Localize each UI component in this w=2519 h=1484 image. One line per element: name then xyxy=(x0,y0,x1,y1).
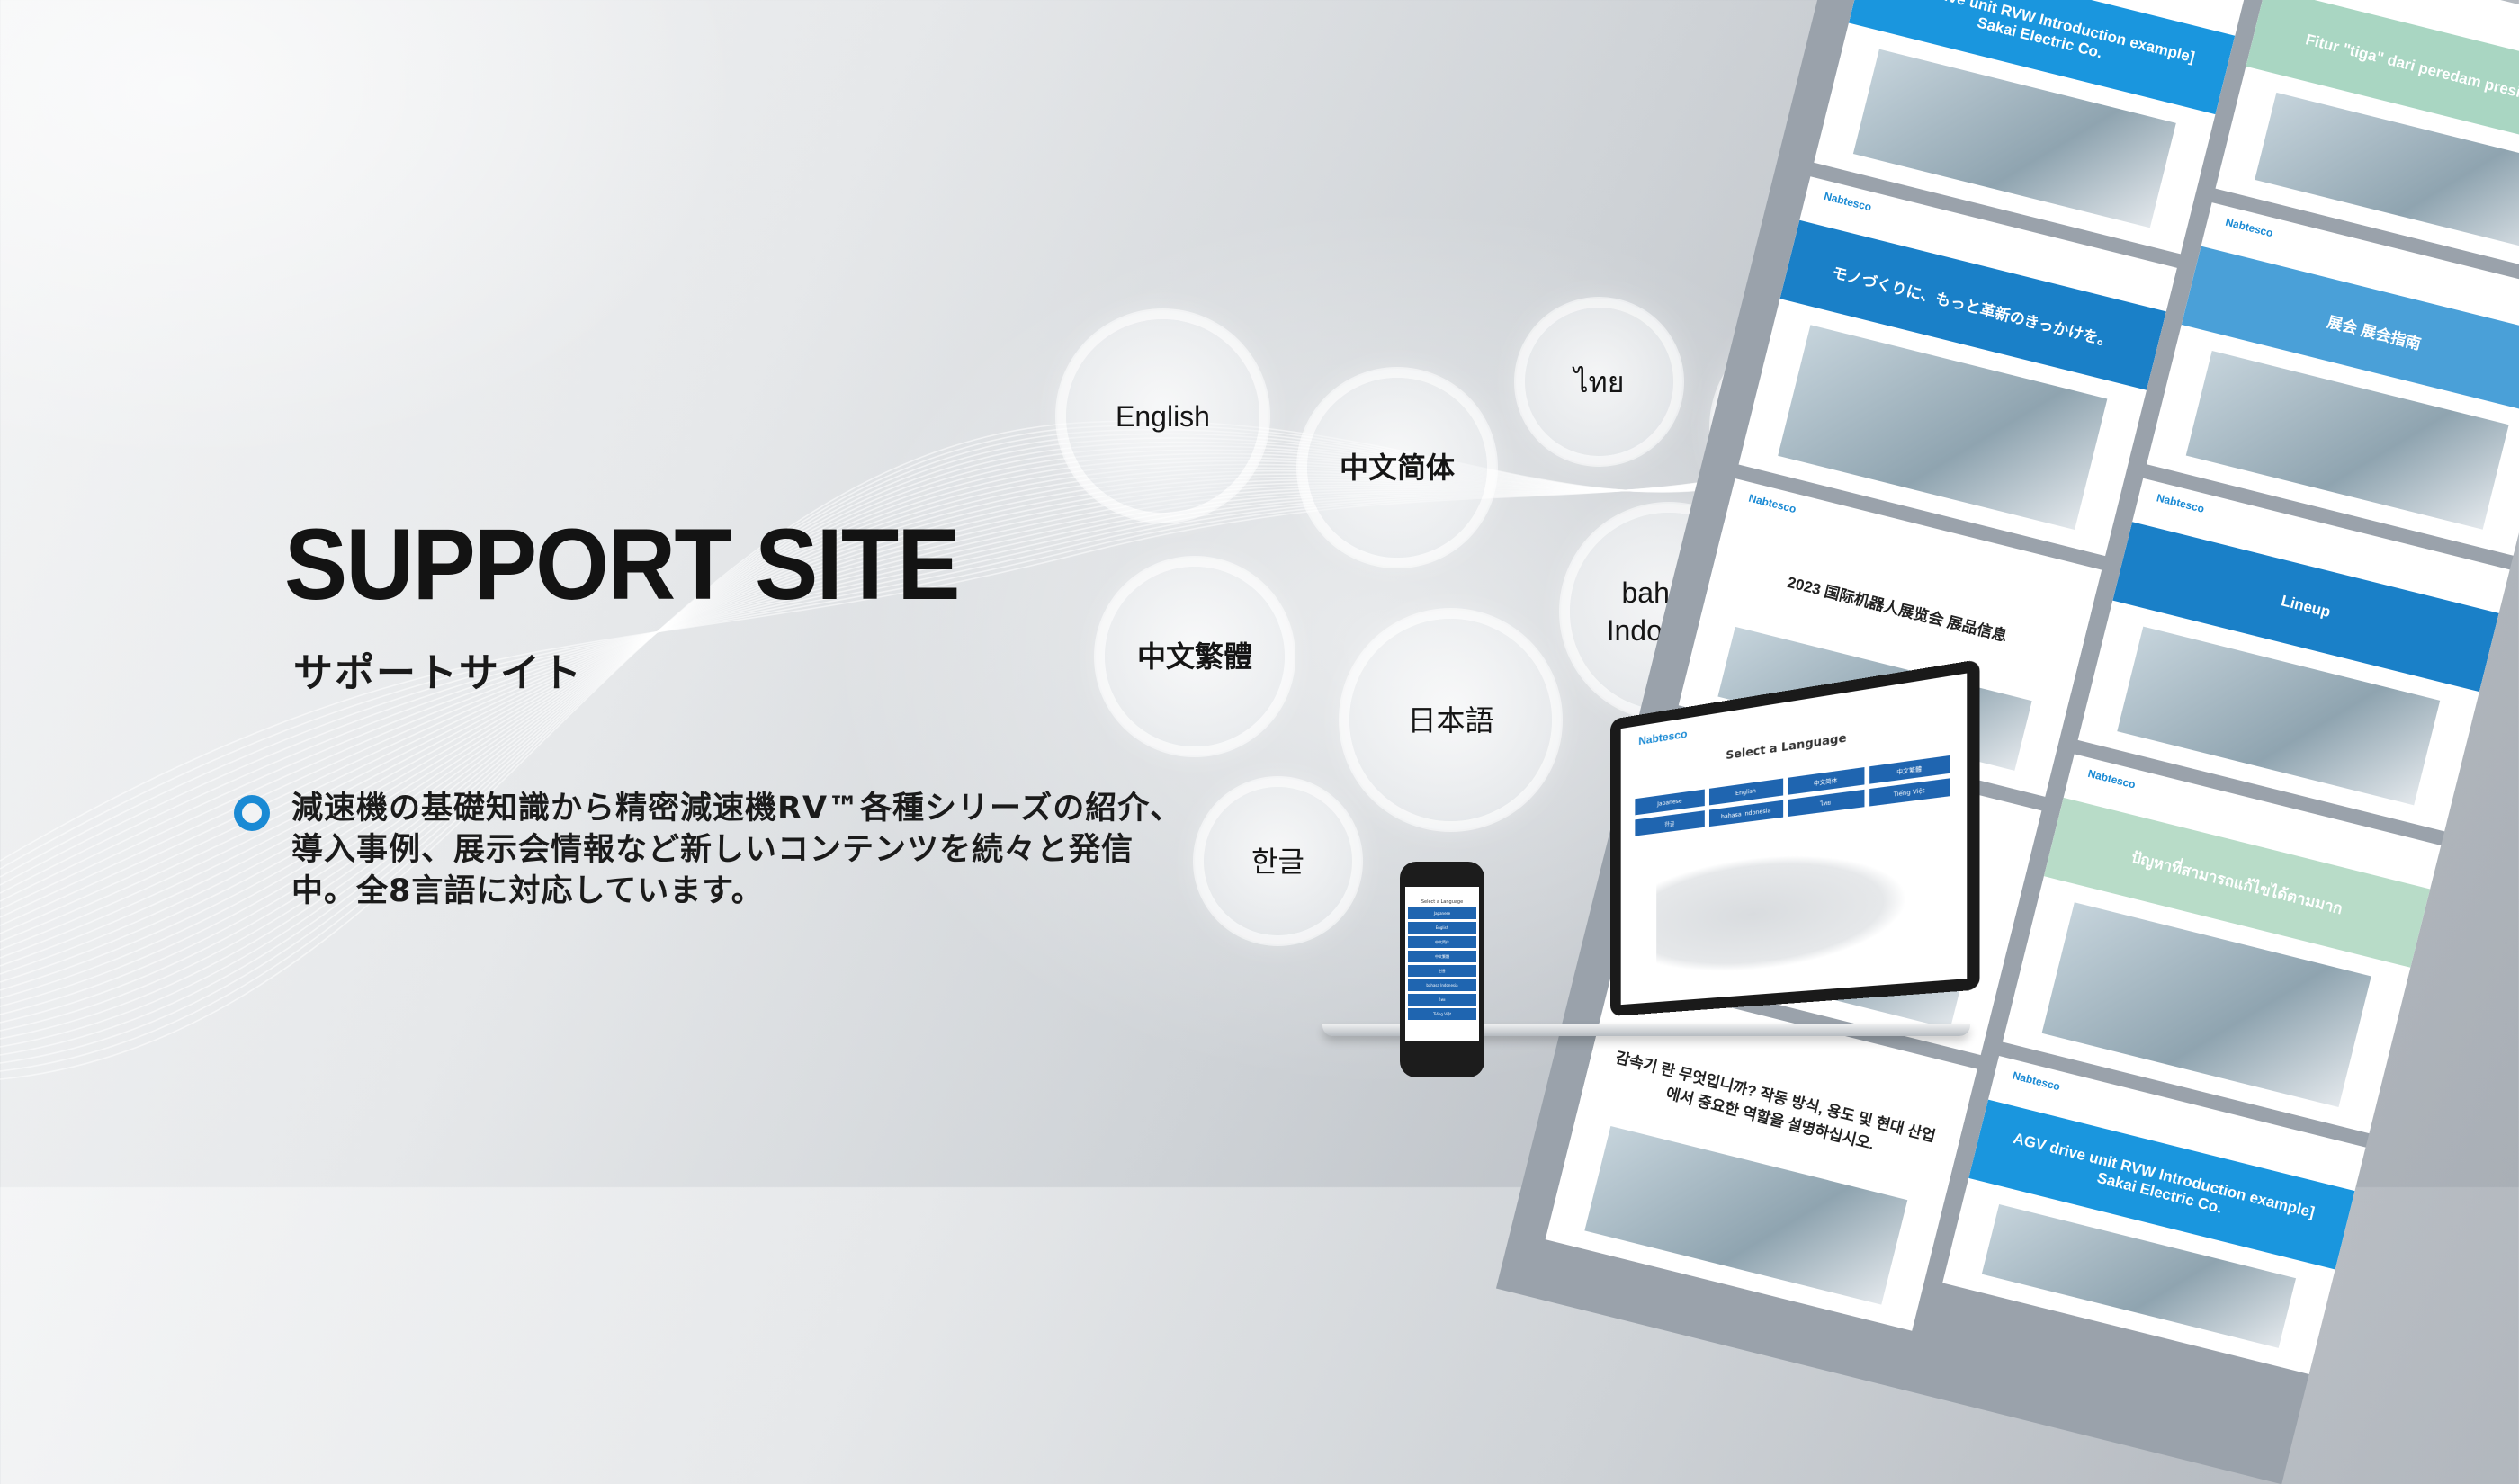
brand-logo: Nabtesco xyxy=(1822,189,1873,214)
laptop-screen: Nabtesco Select a Language Japanese Engli… xyxy=(1610,658,1980,1016)
language-label: 中文繁體 xyxy=(1136,640,1252,673)
language-japanese[interactable]: 日本語 xyxy=(1349,619,1552,821)
description-text: 減速機の基礎知識から精密減速機RV™各種シリーズの紹介、導入事例、展示会情報など… xyxy=(291,791,1183,909)
phone-heading: Select a Language xyxy=(1421,899,1464,905)
bullet-circle-icon xyxy=(234,795,270,831)
page-subtitle: サポートサイト xyxy=(293,650,583,696)
phone-language-button[interactable]: 한글 xyxy=(1408,965,1476,977)
language-label: 日本語 xyxy=(1407,703,1494,737)
language-chinese-traditional[interactable]: 中文繁體 xyxy=(1105,567,1285,746)
phone-mockup: Select a Language Japanese English 中文简体中文繁… xyxy=(1400,862,1484,1077)
brand-logo: Nabtesco xyxy=(2155,491,2206,515)
language-label: 한글 xyxy=(1251,845,1304,878)
world-map xyxy=(1656,839,1908,979)
language-label: 中文简体 xyxy=(1339,451,1455,484)
brand-logo: Nabtesco xyxy=(1638,727,1688,748)
brand-logo: Nabtesco xyxy=(1747,491,1798,516)
language-korean[interactable]: 한글 xyxy=(1204,787,1352,935)
language-label: ไทย xyxy=(1573,365,1625,398)
phone-language-button[interactable]: bahasa Indonesia xyxy=(1408,979,1476,991)
language-thai[interactable]: ไทย xyxy=(1525,308,1673,456)
phone-language-button[interactable]: 中文简体 xyxy=(1408,936,1476,948)
phone-language-button[interactable]: ไทย xyxy=(1408,994,1476,1006)
phone-language-button[interactable]: 中文繁體 xyxy=(1408,951,1476,962)
laptop-language-button[interactable]: Tiếng Việt xyxy=(1869,778,1950,807)
brand-logo: Nabtesco xyxy=(2224,215,2275,240)
language-label: English xyxy=(1116,399,1210,433)
brand-logo: Nabtesco xyxy=(2086,766,2138,791)
phone-language-button[interactable]: Tiếng Việt xyxy=(1408,1008,1476,1020)
laptop-language-button[interactable]: bahasa Indonesia xyxy=(1709,800,1783,827)
phone-language-button[interactable]: English xyxy=(1408,922,1476,934)
laptop-language-button[interactable]: 한글 xyxy=(1635,810,1706,836)
phone-language-button[interactable]: Japanese xyxy=(1408,907,1476,919)
description-block: 減速機の基礎知識から精密減速機RV™各種シリーズの紹介、導入事例、展示会情報など… xyxy=(234,788,1191,912)
page-title: SUPPORT SITE xyxy=(284,508,961,621)
language-english[interactable]: English xyxy=(1066,319,1260,513)
laptop-language-button[interactable]: ไทย xyxy=(1787,789,1865,818)
laptop-mockup: Nabtesco Select a Language Japanese Engli… xyxy=(1322,658,1980,1036)
brand-logo: Nabtesco xyxy=(2011,1068,2062,1094)
language-chinese-simplified[interactable]: 中文简体 xyxy=(1307,378,1487,558)
